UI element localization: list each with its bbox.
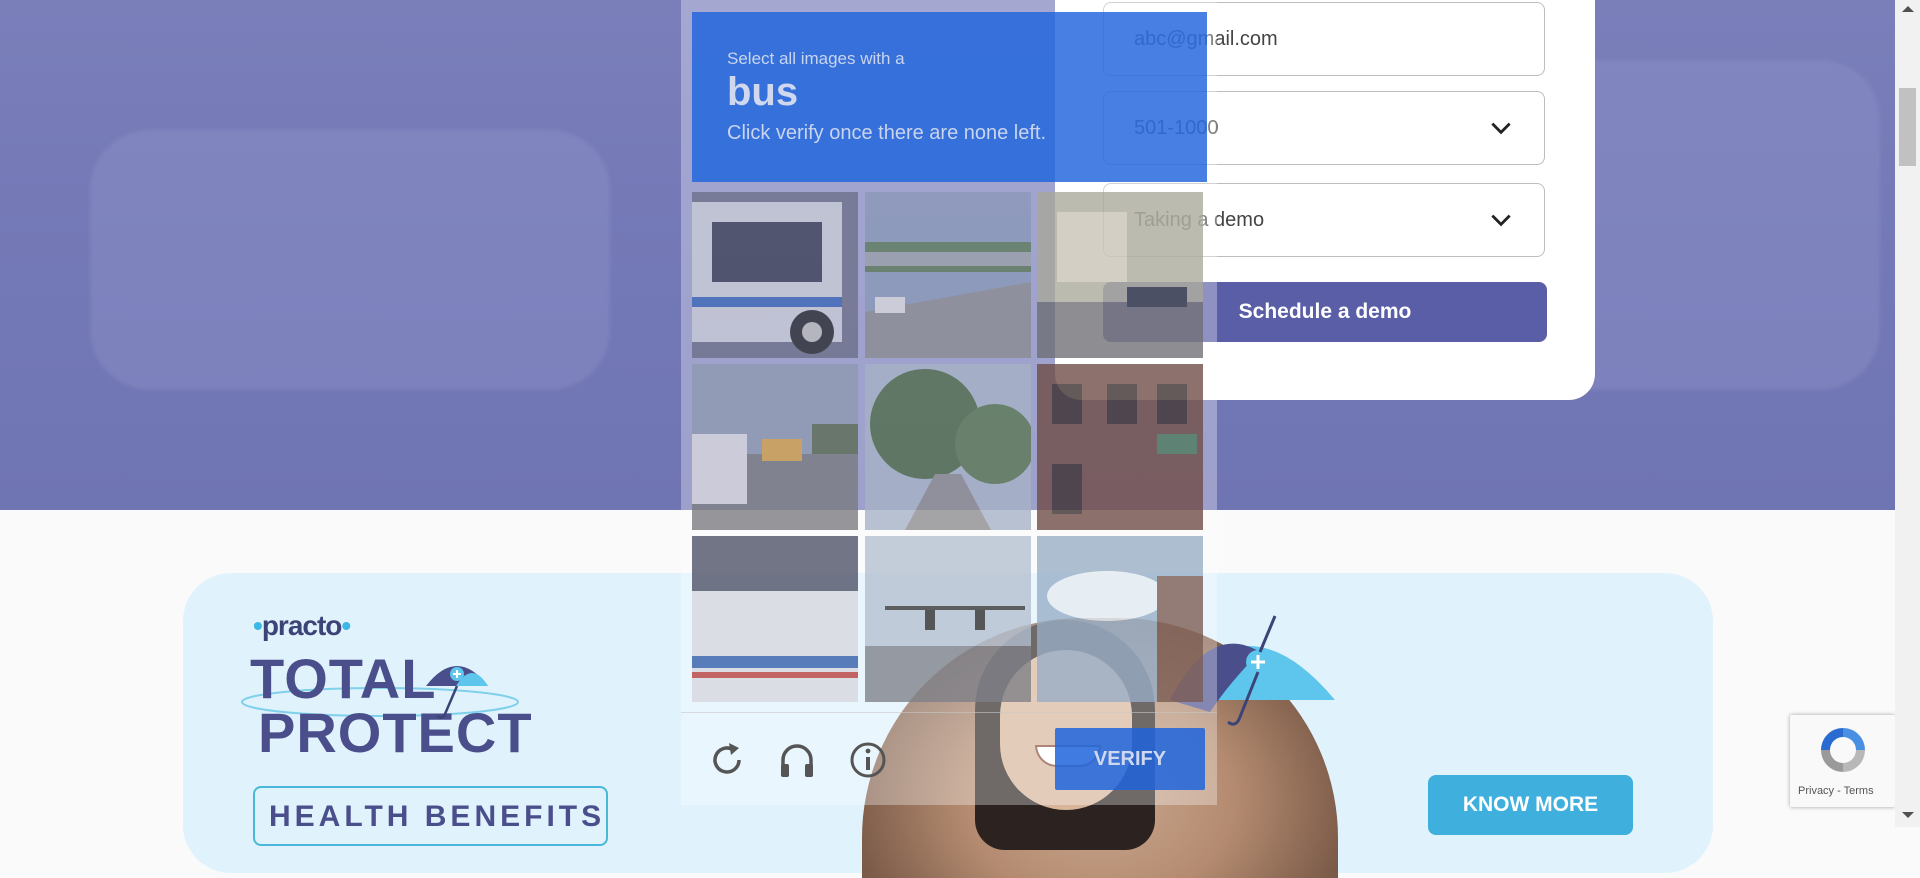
health-benefits-text: HEALTH BENEFITS <box>269 800 606 833</box>
recaptcha-links[interactable]: Privacy - Terms <box>1798 785 1874 797</box>
verify-button[interactable]: VERIFY <box>1055 728 1205 790</box>
know-more-button[interactable]: KNOW MORE <box>1428 775 1633 835</box>
captcha-prompt-line1: Select all images with a <box>727 49 905 68</box>
captcha-prompt-target: bus <box>727 70 799 114</box>
tile-image-bus-window <box>692 536 858 702</box>
chevron-down-icon <box>1491 122 1511 135</box>
background-pillow <box>90 130 610 390</box>
captcha-tile[interactable] <box>692 364 858 530</box>
health-benefits-label: HEALTH BENEFITS <box>253 786 608 846</box>
info-icon[interactable] <box>848 740 888 780</box>
captcha-tile[interactable] <box>865 364 1031 530</box>
tile-image-cloudy-building <box>1037 536 1203 702</box>
tile-image-brick-building <box>1037 364 1203 530</box>
tile-image-street-school-bus <box>692 364 858 530</box>
scrollbar-thumb[interactable] <box>1899 88 1916 166</box>
headphones-icon[interactable] <box>777 740 817 780</box>
tile-image-traffic-light-street <box>865 536 1031 702</box>
practo-logo: •practo• <box>253 610 351 641</box>
captcha-prompt-instruction: Click verify once there are none left. <box>727 122 1047 144</box>
umbrella-icon <box>426 666 488 719</box>
recaptcha-badge[interactable]: Privacy - Terms <box>1790 715 1895 807</box>
reload-icon[interactable] <box>707 740 747 780</box>
tile-image-bus-side <box>692 192 858 358</box>
captcha-tile[interactable] <box>865 192 1031 358</box>
scroll-down-arrow-icon[interactable] <box>1902 812 1914 818</box>
chevron-down-icon <box>1491 214 1511 227</box>
captcha-tile[interactable] <box>692 536 858 702</box>
scroll-up-arrow-icon[interactable] <box>1902 6 1914 12</box>
captcha-header: Select all images with a bus Click verif… <box>692 12 1207 182</box>
captcha-tile[interactable] <box>1037 192 1203 358</box>
captcha-tile[interactable] <box>692 192 858 358</box>
tile-image-highway-bridge <box>865 192 1031 358</box>
tile-image-street-storefront <box>1037 192 1203 358</box>
tile-image-tree-lined-road <box>865 364 1031 530</box>
captcha-tile[interactable] <box>1037 536 1203 702</box>
captcha-tile[interactable] <box>1037 364 1203 530</box>
recaptcha-logo-icon <box>1821 728 1865 772</box>
captcha-tile[interactable] <box>865 536 1031 702</box>
brand-name: practo <box>261 610 343 641</box>
